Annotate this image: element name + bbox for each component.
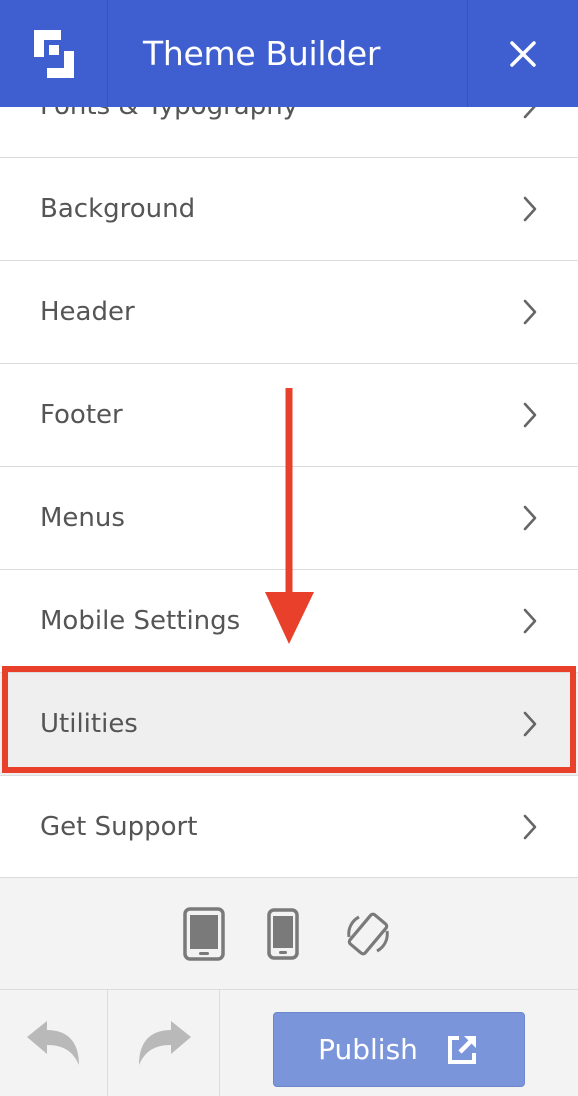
menu-item-mobile-settings[interactable]: Mobile Settings — [0, 570, 578, 673]
menu-item-label: Header — [40, 297, 135, 327]
chevron-right-icon — [523, 711, 537, 737]
close-icon — [510, 40, 536, 67]
close-button[interactable] — [468, 0, 578, 107]
menu-item-label: Footer — [40, 400, 123, 430]
menu-item-footer[interactable]: Footer — [0, 364, 578, 467]
chevron-right-icon — [523, 196, 537, 222]
chevron-right-icon — [523, 299, 537, 325]
bottom-toolbar: Publish — [0, 989, 578, 1096]
menu-item-utilities[interactable]: Utilities — [0, 673, 578, 776]
device-preview-bar — [0, 877, 578, 989]
menu-item-fonts-typography[interactable]: Fonts & Typography — [0, 107, 578, 158]
menu-item-header[interactable]: Header — [0, 261, 578, 364]
menu-item-label: Menus — [40, 503, 125, 533]
rotate-view-button[interactable] — [341, 907, 395, 961]
chevron-right-icon — [523, 814, 537, 840]
tablet-view-button[interactable] — [183, 906, 225, 961]
menu-item-label: Utilities — [40, 709, 138, 739]
chevron-right-icon — [523, 107, 536, 119]
phone-view-button[interactable] — [267, 907, 299, 960]
menu-item-get-support[interactable]: Get Support — [0, 776, 578, 877]
menu-item-label: Fonts & Typography — [40, 107, 298, 121]
panel-title: Theme Builder — [108, 0, 468, 107]
menu-item-menus[interactable]: Menus — [0, 467, 578, 570]
menu-item-label: Get Support — [40, 812, 198, 842]
publish-button[interactable]: Publish — [273, 1012, 525, 1087]
publish-label: Publish — [318, 1033, 418, 1066]
menu-item-background[interactable]: Background — [0, 158, 578, 261]
theme-builder-header: Theme Builder — [0, 0, 578, 107]
menu-item-label: Mobile Settings — [40, 606, 241, 636]
chevron-right-icon — [523, 505, 537, 531]
tablet-icon — [183, 906, 225, 961]
settings-menu: Fonts & Typography Background Header Foo… — [0, 107, 578, 877]
redo-button[interactable] — [108, 990, 220, 1096]
external-link-icon — [447, 1035, 476, 1064]
redo-icon — [138, 1020, 191, 1065]
undo-icon — [26, 1020, 79, 1065]
theme-builder-logo-icon — [33, 29, 74, 78]
rotate-icon — [347, 912, 389, 955]
menu-item-label: Background — [40, 194, 196, 224]
chevron-right-icon — [523, 402, 537, 428]
logo — [0, 0, 108, 107]
chevron-right-icon — [523, 608, 537, 634]
menu-list: Fonts & Typography Background Header Foo… — [0, 107, 578, 877]
undo-button[interactable] — [0, 990, 108, 1096]
phone-icon — [267, 907, 299, 960]
